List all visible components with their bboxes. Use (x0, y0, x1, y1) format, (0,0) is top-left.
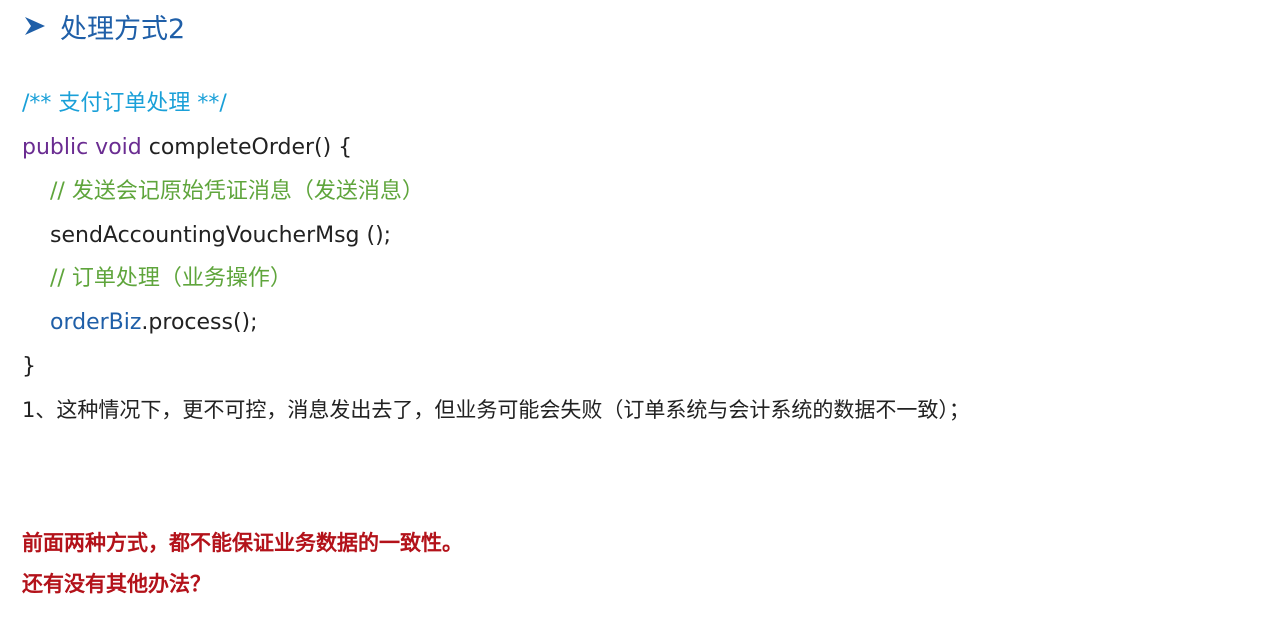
comment-send-message: // 发送会记原始凭证消息（发送消息） (50, 179, 424, 204)
send-voucher-call: sendAccountingVoucherMsg (); (50, 223, 392, 248)
conclusion-line-2: 还有没有其他办法？ (22, 572, 211, 596)
order-object: orderBiz (50, 310, 142, 335)
comment-order-process: // 订单处理（业务操作） (50, 266, 292, 291)
closing-brace: } (22, 354, 36, 379)
note-text: 1、这种情况下，更不可控，消息发出去了，但业务可能会失败（订单系统与会计系统的数… (22, 398, 970, 422)
arrow-right-icon (25, 17, 45, 35)
conclusion-line-1: 前面两种方式，都不能保证业务数据的一致性。 (22, 531, 463, 555)
order-method: .process(); (141, 310, 258, 335)
method-signature: public void completeOrder() { (22, 137, 352, 159)
section-heading-text: 处理方式2 (60, 13, 186, 45)
order-process-call: orderBiz.process(); (50, 312, 258, 334)
signature-method: completeOrder() { (141, 135, 353, 160)
signature-keywords: public void (22, 135, 142, 160)
doc-comment: /** 支付订单处理 **/ (22, 91, 227, 116)
section-heading: 处理方式2 (22, 6, 185, 46)
slide: 处理方式2 /** 支付订单处理 **/ public void complet… (0, 0, 1264, 617)
